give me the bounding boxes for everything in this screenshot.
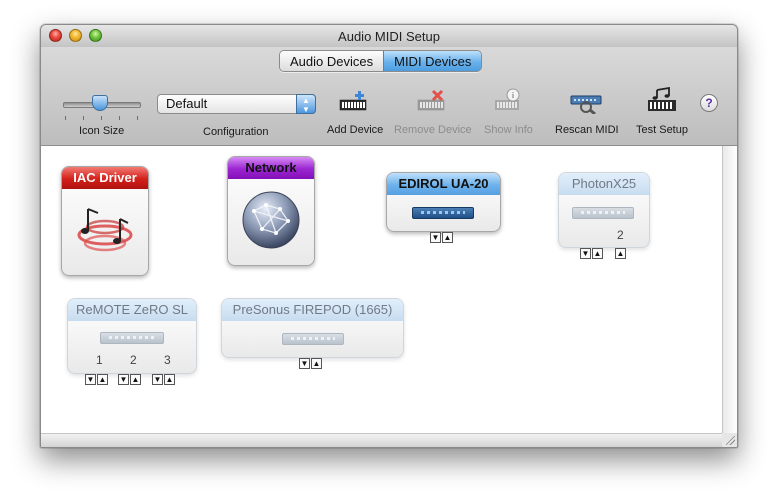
port-down-arrow[interactable]: ▼ [85, 374, 96, 385]
tab-audio-devices[interactable]: Audio Devices [280, 51, 384, 71]
title-bar[interactable]: Audio MIDI Setup [41, 25, 737, 47]
device-photonx25[interactable]: PhotonX25 2 [558, 172, 650, 248]
port-number: 2 [130, 353, 137, 367]
remove-device-label[interactable]: Remove Device [394, 124, 472, 136]
test-setup-label[interactable]: Test Setup [636, 124, 688, 136]
midi-device-canvas[interactable]: IAC Driver Network EDIROL UA-20 ▼ ▲ Phot… [41, 146, 722, 433]
device-name: Network [228, 157, 314, 179]
port-up-arrow[interactable]: ▲ [97, 374, 108, 385]
rescan-midi-label[interactable]: Rescan MIDI [555, 124, 619, 136]
midi-interface-icon [572, 207, 634, 219]
port-up-arrow[interactable]: ▲ [615, 248, 626, 259]
configuration-select[interactable]: Default ▲ ▼ [157, 94, 316, 114]
slider-tick [137, 116, 138, 120]
vertical-scrollbar[interactable] [722, 146, 737, 433]
test-setup-icon[interactable] [647, 87, 677, 114]
midi-interface-icon [282, 333, 344, 345]
show-info-label[interactable]: Show Info [484, 124, 533, 136]
configuration-value: Default [166, 96, 208, 111]
show-info-icon[interactable]: i [493, 88, 521, 114]
midi-interface-icon [412, 207, 474, 219]
port-up-arrow[interactable]: ▲ [592, 248, 603, 259]
port-down-arrow[interactable]: ▼ [430, 232, 441, 243]
window-title: Audio MIDI Setup [338, 29, 440, 44]
device-edirol-ua-20[interactable]: EDIROL UA-20 [386, 172, 501, 232]
app-window: Audio MIDI Setup Audio Devices MIDI Devi… [40, 24, 738, 448]
device-name: PhotonX25 [559, 173, 649, 195]
device-name: EDIROL UA-20 [387, 173, 500, 195]
device-iac-driver[interactable]: IAC Driver [61, 166, 149, 276]
device-presonus-firepod[interactable]: PreSonus FIREPOD (1665) [221, 298, 404, 358]
port-up-arrow[interactable]: ▲ [442, 232, 453, 243]
icon-size-slider-knob[interactable] [92, 95, 108, 111]
add-device-label[interactable]: Add Device [327, 124, 383, 136]
port-down-arrow[interactable]: ▼ [152, 374, 163, 385]
port-number: 2 [617, 228, 624, 242]
horizontal-scrollbar[interactable] [41, 433, 722, 447]
device-name: ReMOTE ZeRO SL [68, 299, 196, 321]
rescan-midi-icon[interactable] [569, 90, 603, 114]
port-number: 3 [164, 353, 171, 367]
slider-tick [101, 116, 102, 120]
device-name: IAC Driver [62, 167, 148, 189]
resize-grip-icon[interactable] [722, 433, 737, 447]
midi-interface-icon [100, 332, 164, 344]
configuration-label: Configuration [203, 126, 269, 138]
slider-tick [83, 116, 84, 120]
port-down-arrow[interactable]: ▼ [118, 374, 129, 385]
midi-notes-icon [77, 208, 133, 252]
remove-device-icon[interactable] [416, 90, 446, 114]
icon-size-label: Icon Size [79, 125, 125, 137]
port-up-arrow[interactable]: ▲ [164, 374, 175, 385]
help-icon[interactable]: ? [700, 94, 718, 112]
tab-midi-devices[interactable]: MIDI Devices [383, 51, 482, 71]
network-globe-icon [242, 191, 300, 249]
device-network[interactable]: Network [227, 156, 315, 266]
tab-group: Audio Devices MIDI Devices [279, 50, 483, 72]
device-name: PreSonus FIREPOD (1665) [222, 299, 403, 321]
toolbar: Audio Devices MIDI Devices Icon Size Def… [41, 47, 737, 146]
slider-tick [65, 116, 66, 120]
port-number: 1 [96, 353, 103, 367]
port-up-arrow[interactable]: ▲ [311, 358, 322, 369]
device-remote-zero-sl[interactable]: ReMOTE ZeRO SL 1 2 3 [67, 298, 197, 374]
chevron-updown-icon: ▲ ▼ [296, 94, 316, 114]
port-down-arrow[interactable]: ▼ [299, 358, 310, 369]
slider-tick [119, 116, 120, 120]
port-up-arrow[interactable]: ▲ [130, 374, 141, 385]
add-device-icon[interactable] [338, 90, 368, 114]
port-down-arrow[interactable]: ▼ [580, 248, 591, 259]
